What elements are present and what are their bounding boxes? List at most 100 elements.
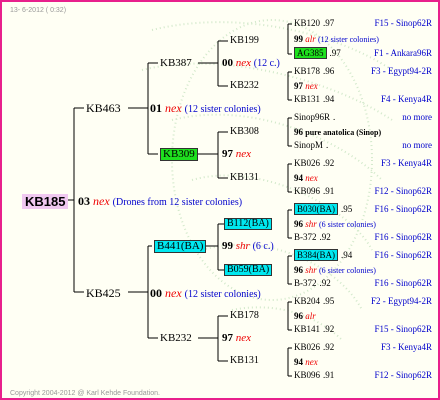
gen3-info-7: 94 nex <box>294 358 318 367</box>
gen4-id[interactable]: B384(BA) <box>294 249 338 261</box>
gen4-row: KB096.91 <box>294 187 334 196</box>
gen4-link[interactable]: F16 - Sinop62R <box>374 205 432 214</box>
gen3-note-0: (12 sister colonies) <box>318 35 379 44</box>
gen4-id[interactable]: KB096 <box>294 186 320 196</box>
gen4-id[interactable]: KB204 <box>294 296 320 306</box>
gen3-mark-1: nex <box>305 81 318 91</box>
gen3-id-5[interactable]: B059(BA) <box>224 264 273 276</box>
gen4-id[interactable]: SinopM <box>294 140 323 150</box>
gen3-id-1[interactable]: KB232 <box>230 81 259 91</box>
gen4-id[interactable]: KB096 <box>294 370 320 380</box>
gen3-mark-0: alr <box>305 34 316 44</box>
gen3-year-5: 96 <box>294 265 303 275</box>
gen4-id[interactable]: KB120 <box>294 18 320 28</box>
gen4-link[interactable]: F15 - Sinop62R <box>374 325 432 334</box>
gen2-mark-0: nex <box>235 57 252 69</box>
gen4-year: .94 <box>341 250 353 260</box>
gen3-info-4: 96 shr (6 sister colonies) <box>294 220 376 229</box>
timestamp: 13- 6-2012 ( 0:32) <box>10 7 67 14</box>
gen4-link[interactable]: F16 - Sinop62R <box>374 233 432 242</box>
gen4-row: KB178.96 <box>294 67 334 76</box>
root-year: 03 <box>78 194 90 208</box>
gen4-link[interactable]: no more <box>402 113 432 122</box>
gen4-year: .95 <box>323 296 335 306</box>
gen4-link[interactable]: F3 - Egypt94-2R <box>371 67 432 76</box>
gen4-link[interactable]: F16 - Sinop62R <box>374 279 432 288</box>
gen4-link[interactable]: no more <box>402 141 432 150</box>
gen4-id[interactable]: B-372 <box>294 232 317 242</box>
gen2-mark-3: nex <box>235 332 252 344</box>
gen1-id-1[interactable]: KB425 <box>86 287 121 299</box>
root-info: 03 nex (Drones from 12 sister colonies) <box>78 195 242 208</box>
root-mark: nex <box>93 194 110 208</box>
gen2-info-2: 99 shr (6 c.) <box>222 241 274 252</box>
gen1-id-0[interactable]: KB463 <box>86 102 121 114</box>
gen4-link[interactable]: F2 - Egypt94-2R <box>371 297 432 306</box>
gen4-row: Sinop96R. <box>294 113 335 122</box>
gen3-id-2[interactable]: KB308 <box>230 127 259 137</box>
gen4-year: .92 <box>323 324 335 334</box>
gen3-year-6: 96 <box>294 311 303 321</box>
gen4-row: KB096.91 <box>294 371 334 380</box>
gen4-row: KB026.92 <box>294 343 334 352</box>
gen3-mark-6: alr <box>305 311 316 321</box>
gen3-year-4: 96 <box>294 219 303 229</box>
gen4-year: .94 <box>323 94 335 104</box>
gen2-id-2[interactable]: B441(BA) <box>154 240 207 253</box>
gen3-id-6[interactable]: KB178 <box>230 311 259 321</box>
gen4-id[interactable]: Sinop96R <box>294 112 330 122</box>
gen2-info-3: 97 nex <box>222 333 251 344</box>
gen2-year-2: 99 <box>222 240 233 252</box>
gen4-year: .92 <box>323 342 335 352</box>
gen3-info-6: 96 alr <box>294 312 316 321</box>
gen4-link[interactable]: F3 - Kenya4R <box>381 159 432 168</box>
gen2-year-0: 00 <box>222 57 233 69</box>
gen4-year: .92 <box>323 158 335 168</box>
gen4-year: .92 <box>319 278 331 288</box>
gen4-link[interactable]: F3 - Kenya4R <box>381 343 432 352</box>
gen4-link[interactable]: F12 - Sinop62R <box>374 371 432 380</box>
gen3-year-0: 99 <box>294 34 303 44</box>
gen2-year-3: 97 <box>222 332 233 344</box>
gen3-mark-5: shr <box>305 265 317 275</box>
pedigree-frame: 13- 6-2012 ( 0:32) KB185 03 nex (Drones … <box>0 0 440 400</box>
root-queen-id[interactable]: KB185 <box>22 194 69 209</box>
gen4-id[interactable]: KB026 <box>294 158 320 168</box>
gen3-id-3[interactable]: KB131 <box>230 173 259 183</box>
gen4-row: AG385.97 <box>294 47 341 59</box>
gen1-info-0: 01 nex (12 sister colonies) <box>150 102 261 115</box>
gen4-row: KB204.95 <box>294 297 334 306</box>
gen3-id-0[interactable]: KB199 <box>230 36 259 46</box>
gen1-year-0: 01 <box>150 101 162 115</box>
gen1-mark-0: nex <box>165 101 182 115</box>
gen4-id[interactable]: KB178 <box>294 66 320 76</box>
gen1-note-1: (12 sister colonies) <box>184 289 261 300</box>
gen2-note-0: (12 c.) <box>253 58 280 69</box>
gen4-link[interactable]: F12 - Sinop62R <box>374 187 432 196</box>
gen2-id-0[interactable]: KB387 <box>160 58 192 69</box>
gen3-year-3: 94 <box>294 173 303 183</box>
gen4-id[interactable]: AG385 <box>294 47 327 59</box>
gen4-id[interactable]: B-372 <box>294 278 317 288</box>
gen4-id[interactable]: KB026 <box>294 342 320 352</box>
gen4-link[interactable]: F1 - Ankara96R <box>374 49 432 58</box>
gen4-year: .96 <box>323 66 335 76</box>
gen3-id-7[interactable]: KB131 <box>230 356 259 366</box>
gen3-mark-3: nex <box>305 173 318 183</box>
gen4-year: .97 <box>329 48 341 58</box>
gen4-link[interactable]: F16 - Sinop62R <box>374 251 432 260</box>
gen3-id-4[interactable]: B112(BA) <box>224 218 272 230</box>
gen4-id[interactable]: B030(BA) <box>294 203 338 215</box>
gen4-row: B-372.92 <box>294 233 331 242</box>
gen4-id[interactable]: KB141 <box>294 324 320 334</box>
gen4-link[interactable]: F4 - Kenya4R <box>381 95 432 104</box>
gen3-info-2: 96 pure anatolica (Sinop) <box>294 128 381 137</box>
gen2-id-3[interactable]: KB232 <box>160 333 192 344</box>
gen3-info-0: 99 alr (12 sister colonies) <box>294 35 379 44</box>
gen4-year: .92 <box>319 232 331 242</box>
gen3-year-1: 97 <box>294 81 303 91</box>
gen4-id[interactable]: KB131 <box>294 94 320 104</box>
gen3-mark-2: pure anatolica (Sinop) <box>305 128 382 137</box>
gen2-id-1[interactable]: KB309 <box>160 148 198 161</box>
gen4-link[interactable]: F15 - Sinop62R <box>374 19 432 28</box>
